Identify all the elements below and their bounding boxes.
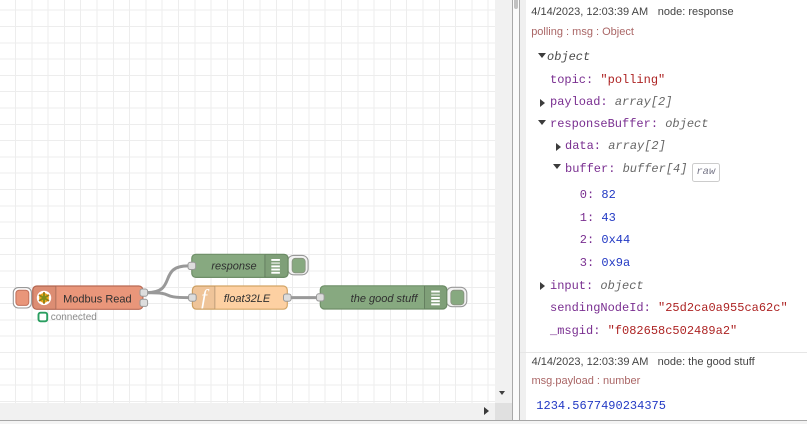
svg-text:the good stuff: the good stuff [351,293,419,305]
svg-text:response: response [211,260,256,272]
svg-text:connected: connected [51,312,97,323]
svg-text:float32LE: float32LE [224,293,271,305]
svg-text:Modbus Read: Modbus Read [63,293,132,305]
